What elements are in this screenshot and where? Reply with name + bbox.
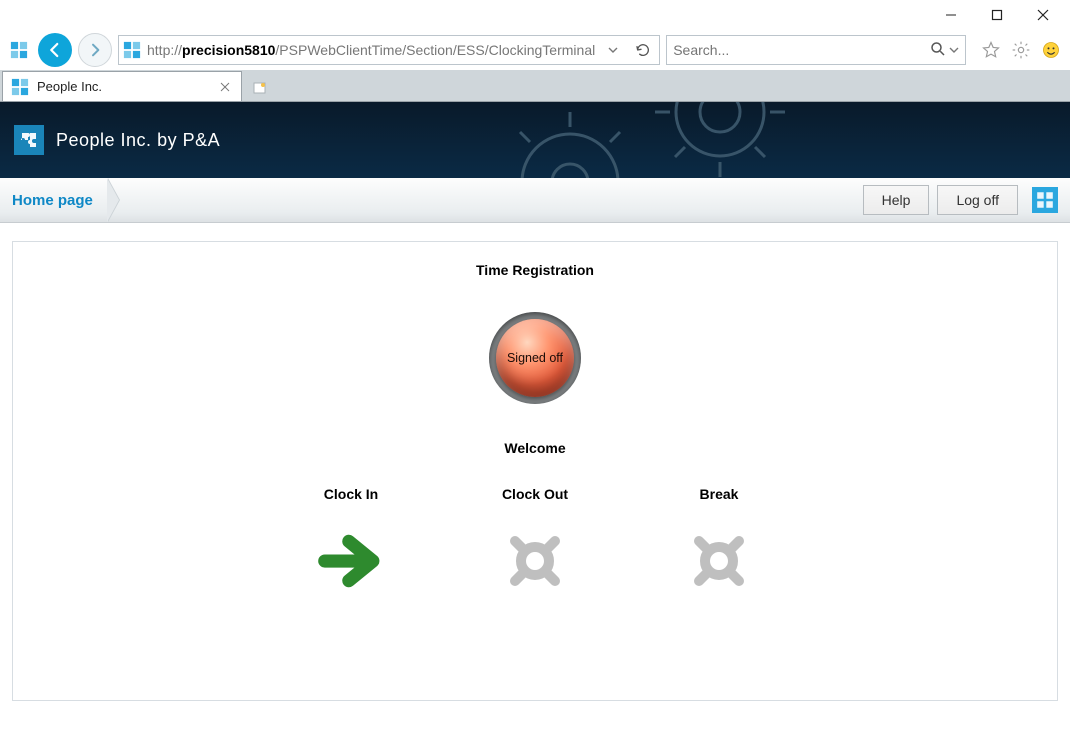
tab-favicon-icon: [11, 78, 29, 96]
break-disabled-icon: [659, 526, 779, 596]
breadcrumb-separator-icon: [107, 178, 119, 222]
break-action[interactable]: Break: [659, 486, 779, 596]
smiley-feedback-icon[interactable]: [1038, 37, 1064, 63]
welcome-text: Welcome: [215, 440, 855, 456]
app-title: People Inc. by P&A: [56, 130, 220, 151]
toolbar-row: Home page Help Log off: [0, 178, 1070, 223]
window-close-button[interactable]: [1020, 0, 1066, 30]
settings-gear-icon[interactable]: [1008, 37, 1034, 63]
url-host: precision5810: [182, 42, 275, 58]
search-input[interactable]: [673, 42, 923, 58]
refresh-button[interactable]: [631, 42, 655, 58]
breadcrumb-home[interactable]: Home page: [12, 192, 103, 209]
window-maximize-button[interactable]: [974, 0, 1020, 30]
actions-row: Clock In Clock Out Break: [215, 486, 855, 596]
header-decoration-gears-icon: [490, 102, 850, 178]
nav-back-button[interactable]: [38, 33, 72, 67]
content-panel: Time Registration Signed off Welcome Clo…: [12, 241, 1058, 701]
app-header: People Inc. by P&A: [0, 102, 1070, 178]
clock-in-label: Clock In: [291, 486, 411, 502]
nav-forward-button[interactable]: [78, 33, 112, 67]
clock-out-action[interactable]: Clock Out: [475, 486, 595, 596]
address-dropdown-icon[interactable]: [601, 45, 625, 55]
new-tab-button[interactable]: [246, 75, 274, 101]
address-bar[interactable]: http://precision5810/PSPWebClientTime/Se…: [118, 35, 660, 65]
clock-in-action[interactable]: Clock In: [291, 486, 411, 596]
panel-title: Time Registration: [215, 262, 855, 278]
url-prefix: http://: [147, 42, 182, 58]
browser-tab[interactable]: People Inc.: [2, 71, 242, 101]
logoff-button[interactable]: Log off: [937, 185, 1018, 215]
site-favicon-icon: [123, 41, 141, 59]
browser-toolbar: http://precision5810/PSPWebClientTime/Se…: [0, 30, 1070, 70]
search-provider-dropdown-icon[interactable]: [949, 43, 959, 58]
favorites-star-icon[interactable]: [978, 37, 1004, 63]
clock-out-disabled-icon: [475, 526, 595, 596]
app-logo-icon: [14, 125, 44, 155]
status-indicator-inner: Signed off: [496, 319, 574, 397]
break-label: Break: [659, 486, 779, 502]
window-titlebar: [0, 0, 1070, 30]
toolbar-logo-icon: [1032, 187, 1058, 213]
address-text[interactable]: http://precision5810/PSPWebClientTime/Se…: [147, 42, 595, 58]
tab-title: People Inc.: [37, 79, 209, 94]
url-path: /PSPWebClientTime/Section/ESS/ClockingTe…: [275, 42, 595, 58]
tab-strip: People Inc.: [0, 70, 1070, 102]
status-text: Signed off: [507, 351, 563, 365]
help-button[interactable]: Help: [863, 185, 930, 215]
clock-in-arrow-icon: [291, 526, 411, 596]
clock-out-label: Clock Out: [475, 486, 595, 502]
app-favicon-left: [6, 37, 32, 63]
search-bar[interactable]: [666, 35, 966, 65]
tab-close-button[interactable]: [217, 79, 233, 95]
status-indicator: Signed off: [489, 312, 581, 404]
search-submit-icon[interactable]: [929, 40, 947, 61]
content-area: Time Registration Signed off Welcome Clo…: [0, 223, 1070, 719]
window-minimize-button[interactable]: [928, 0, 974, 30]
